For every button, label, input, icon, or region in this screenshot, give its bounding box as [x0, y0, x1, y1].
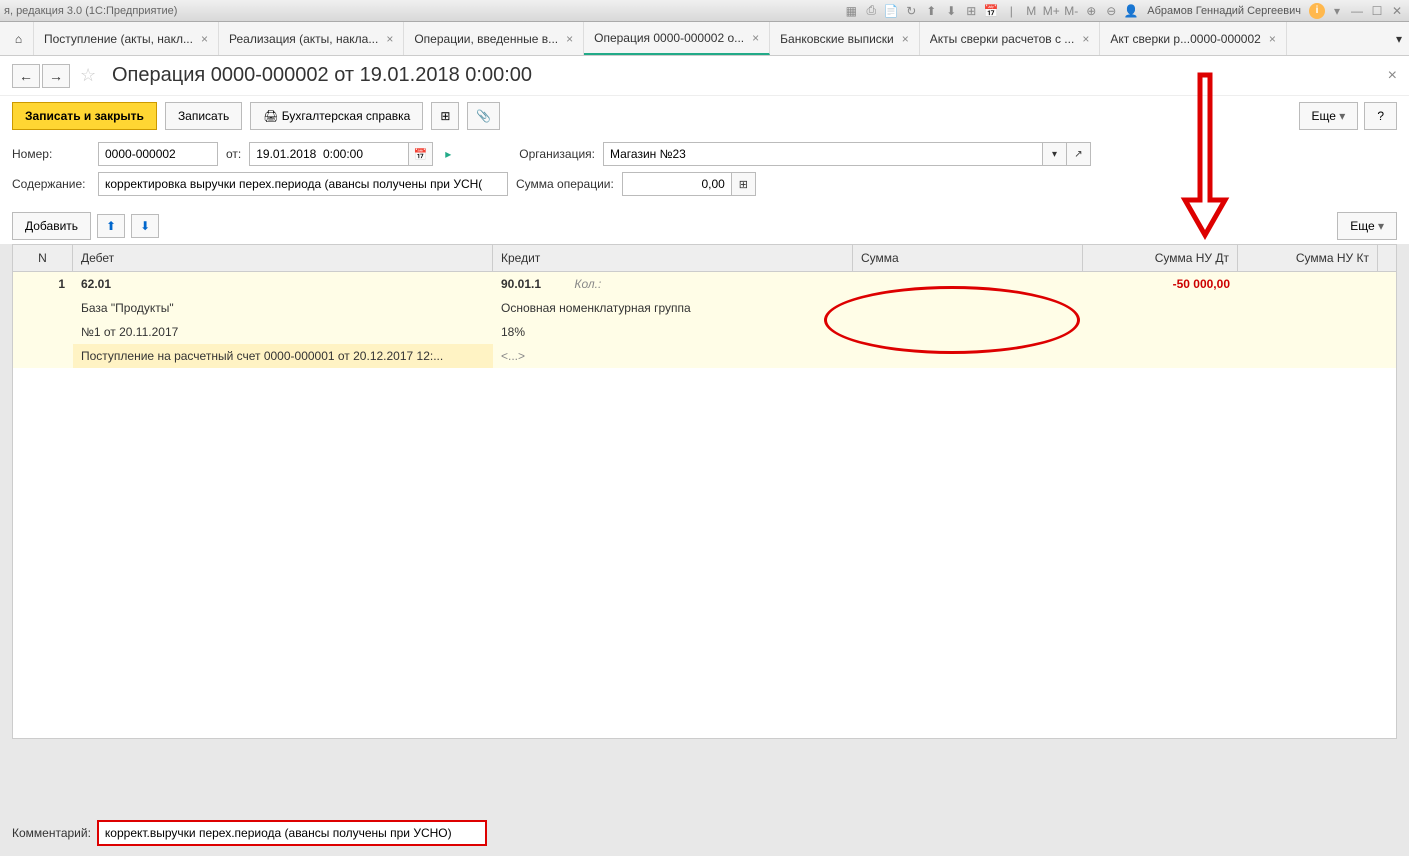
- page-close-icon[interactable]: ×: [1388, 67, 1397, 85]
- minimize-icon[interactable]: —: [1349, 3, 1365, 19]
- close-icon[interactable]: ×: [752, 31, 759, 45]
- app-title: я, редакция 3.0 (1С:Предприятие): [4, 5, 177, 17]
- close-icon[interactable]: ×: [566, 32, 573, 46]
- tab-3[interactable]: Операция 0000-000002 о...×: [584, 22, 770, 55]
- table-row[interactable]: №1 от 20.11.2017 18%: [13, 320, 1396, 344]
- tab-1[interactable]: Реализация (акты, накла...×: [219, 22, 404, 55]
- tab-5[interactable]: Акты сверки расчетов с ...×: [920, 22, 1101, 55]
- table-row[interactable]: База "Продукты" Основная номенклатурная …: [13, 296, 1396, 320]
- from-label: от:: [226, 147, 241, 161]
- report-button[interactable]: 🖨 Бухгалтерская справка: [250, 102, 423, 130]
- favorite-icon[interactable]: ☆: [80, 65, 104, 86]
- col-debit[interactable]: Дебет: [73, 245, 493, 271]
- close-icon[interactable]: ×: [386, 32, 393, 46]
- nav-back-button[interactable]: ←: [12, 64, 40, 88]
- table-header: N Дебет Кредит Сумма Сумма НУ Дт Сумма Н…: [13, 245, 1396, 272]
- close-icon[interactable]: ×: [1082, 32, 1089, 46]
- org-label: Организация:: [519, 147, 595, 161]
- tab-4[interactable]: Банковские выписки×: [770, 22, 920, 55]
- content-input[interactable]: [98, 172, 508, 196]
- calculator-icon[interactable]: ⊞: [732, 172, 756, 196]
- move-up-button[interactable]: ⬆: [97, 214, 125, 238]
- move-down-button[interactable]: ⬇: [131, 214, 159, 238]
- tab-2[interactable]: Операции, введенные в...×: [404, 22, 584, 55]
- titlebar-icons: ▦ ⎙ 📄 ↻ ⬆ ⬇ ⊞ 📅 | M M+ M- ⊕ ⊖ 👤 Абрамов …: [843, 3, 1405, 19]
- save-button[interactable]: Записать: [165, 102, 242, 130]
- m-plus-icon[interactable]: M+: [1043, 3, 1059, 19]
- close-window-icon[interactable]: ✕: [1389, 3, 1405, 19]
- save-icon[interactable]: ▦: [843, 3, 859, 19]
- tabbar: ⌂ Поступление (акты, накл...× Реализация…: [0, 22, 1409, 56]
- dropdown-icon[interactable]: ▾: [1043, 142, 1067, 166]
- page-title: Операция 0000-000002 от 19.01.2018 0:00:…: [112, 64, 532, 87]
- home-tab[interactable]: ⌂: [4, 22, 34, 55]
- calendar-icon[interactable]: 📅: [983, 3, 999, 19]
- page-header: ← → ☆ Операция 0000-000002 от 19.01.2018…: [0, 56, 1409, 96]
- col-nudt[interactable]: Сумма НУ Дт: [1083, 245, 1238, 271]
- m-minus-icon[interactable]: M-: [1063, 3, 1079, 19]
- col-nukt[interactable]: Сумма НУ Кт: [1238, 245, 1378, 271]
- zoom-in-icon[interactable]: ⊕: [1083, 3, 1099, 19]
- close-icon[interactable]: ×: [1269, 32, 1276, 46]
- col-n[interactable]: N: [13, 245, 73, 271]
- table-body: 1 62.01 90.01.1 Кол.: -50 000,00 База "П…: [13, 272, 1396, 368]
- attach-button[interactable]: 📎: [467, 102, 500, 130]
- number-label: Номер:: [12, 147, 90, 161]
- table-row[interactable]: Поступление на расчетный счет 0000-00000…: [13, 344, 1396, 368]
- status-posted-icon[interactable]: ▸: [445, 147, 451, 161]
- structure-button[interactable]: ⊞: [431, 102, 459, 130]
- table-more-button[interactable]: Еще: [1337, 212, 1397, 240]
- dropdown-icon[interactable]: ▾: [1329, 3, 1345, 19]
- export-icon[interactable]: ⬆: [923, 3, 939, 19]
- entries-table: N Дебет Кредит Сумма Сумма НУ Дт Сумма Н…: [12, 244, 1397, 739]
- sum-label: Сумма операции:: [516, 177, 614, 191]
- tab-0[interactable]: Поступление (акты, накл...×: [34, 22, 219, 55]
- calc-icon[interactable]: ⊞: [963, 3, 979, 19]
- user-icon: 👤: [1123, 3, 1139, 19]
- table-empty-area[interactable]: [13, 368, 1396, 738]
- table-toolbar: Добавить ⬆ ⬇ Еще: [0, 208, 1409, 244]
- save-close-button[interactable]: Записать и закрыть: [12, 102, 157, 130]
- doc-icon[interactable]: 📄: [883, 3, 899, 19]
- toolbar: Записать и закрыть Записать 🖨 Бухгалтерс…: [0, 96, 1409, 136]
- zoom-out-icon[interactable]: ⊖: [1103, 3, 1119, 19]
- table-row[interactable]: 1 62.01 90.01.1 Кол.: -50 000,00: [13, 272, 1396, 296]
- info-icon[interactable]: i: [1309, 3, 1325, 19]
- user-name[interactable]: Абрамов Геннадий Сергеевич: [1143, 5, 1305, 17]
- comment-row: Комментарий:: [12, 820, 1397, 846]
- col-credit[interactable]: Кредит: [493, 245, 853, 271]
- open-icon[interactable]: ↗: [1067, 142, 1091, 166]
- help-button[interactable]: ?: [1364, 102, 1397, 130]
- content-label: Содержание:: [12, 177, 90, 191]
- add-button[interactable]: Добавить: [12, 212, 91, 240]
- sum-input[interactable]: [622, 172, 732, 196]
- titlebar: я, редакция 3.0 (1С:Предприятие) ▦ ⎙ 📄 ↻…: [0, 0, 1409, 22]
- comment-label: Комментарий:: [12, 826, 91, 840]
- col-sum[interactable]: Сумма: [853, 245, 1083, 271]
- divider: |: [1003, 3, 1019, 19]
- form-area: Номер: от: 📅 ▸ Организация: ▾ ↗ Содержан…: [0, 136, 1409, 208]
- close-icon[interactable]: ×: [201, 32, 208, 46]
- nav-forward-button[interactable]: →: [42, 64, 70, 88]
- org-input[interactable]: [603, 142, 1043, 166]
- date-input[interactable]: [249, 142, 409, 166]
- comment-input[interactable]: [97, 820, 487, 846]
- print-icon[interactable]: ⎙: [863, 3, 879, 19]
- calendar-picker-icon[interactable]: 📅: [409, 142, 433, 166]
- number-input[interactable]: [98, 142, 218, 166]
- refresh-icon[interactable]: ↻: [903, 3, 919, 19]
- tab-more[interactable]: ▾: [1389, 22, 1409, 55]
- download-icon[interactable]: ⬇: [943, 3, 959, 19]
- more-button[interactable]: Еще: [1299, 102, 1359, 130]
- tab-6[interactable]: Акт сверки р...0000-000002×: [1100, 22, 1287, 55]
- m-icon[interactable]: M: [1023, 3, 1039, 19]
- close-icon[interactable]: ×: [902, 32, 909, 46]
- maximize-icon[interactable]: ☐: [1369, 3, 1385, 19]
